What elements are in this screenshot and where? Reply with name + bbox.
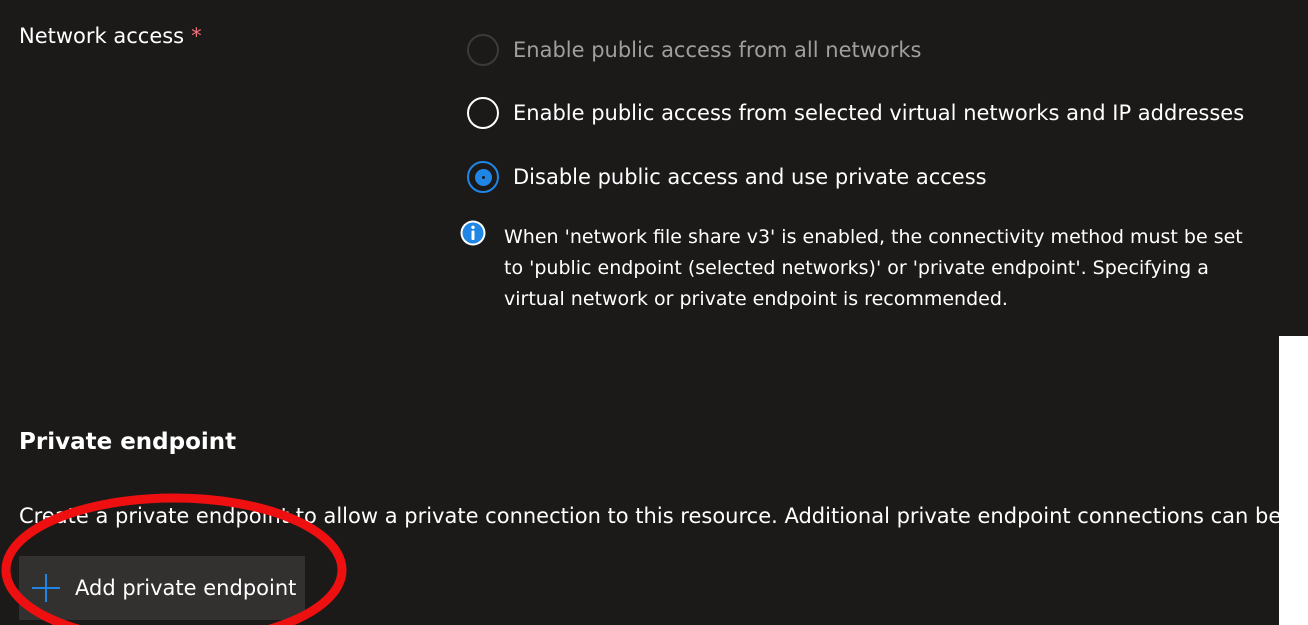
radio-circle-selected[interactable] (467, 161, 499, 193)
radio-circle-disabled (467, 34, 499, 66)
info-message: When 'network file share v3' is enabled,… (504, 226, 1243, 310)
radio-disable-public-use-private[interactable]: Disable public access and use private ac… (467, 159, 987, 195)
radio-label: Disable public access and use private ac… (513, 165, 987, 189)
radio-circle[interactable] (467, 97, 499, 129)
network-access-label: Network access * (19, 22, 202, 50)
background-white-strip (1279, 336, 1308, 625)
required-asterisk: * (191, 24, 202, 48)
radio-enable-public-all-networks: Enable public access from all networks (467, 32, 922, 68)
radio-enable-public-selected-networks[interactable]: Enable public access from selected virtu… (467, 95, 1244, 131)
add-private-endpoint-label: Add private endpoint (75, 576, 297, 600)
network-access-label-text: Network access (19, 24, 185, 48)
private-endpoint-heading: Private endpoint (19, 429, 237, 455)
private-endpoint-description: Create a private endpoint to allow a pri… (19, 504, 1279, 528)
add-private-endpoint-button[interactable]: Add private endpoint (19, 556, 305, 620)
radio-label: Enable public access from all networks (513, 38, 922, 62)
plus-icon (32, 574, 60, 602)
info-icon (460, 220, 486, 246)
radio-selected-dot (474, 168, 492, 186)
radio-label: Enable public access from selected virtu… (513, 101, 1245, 125)
